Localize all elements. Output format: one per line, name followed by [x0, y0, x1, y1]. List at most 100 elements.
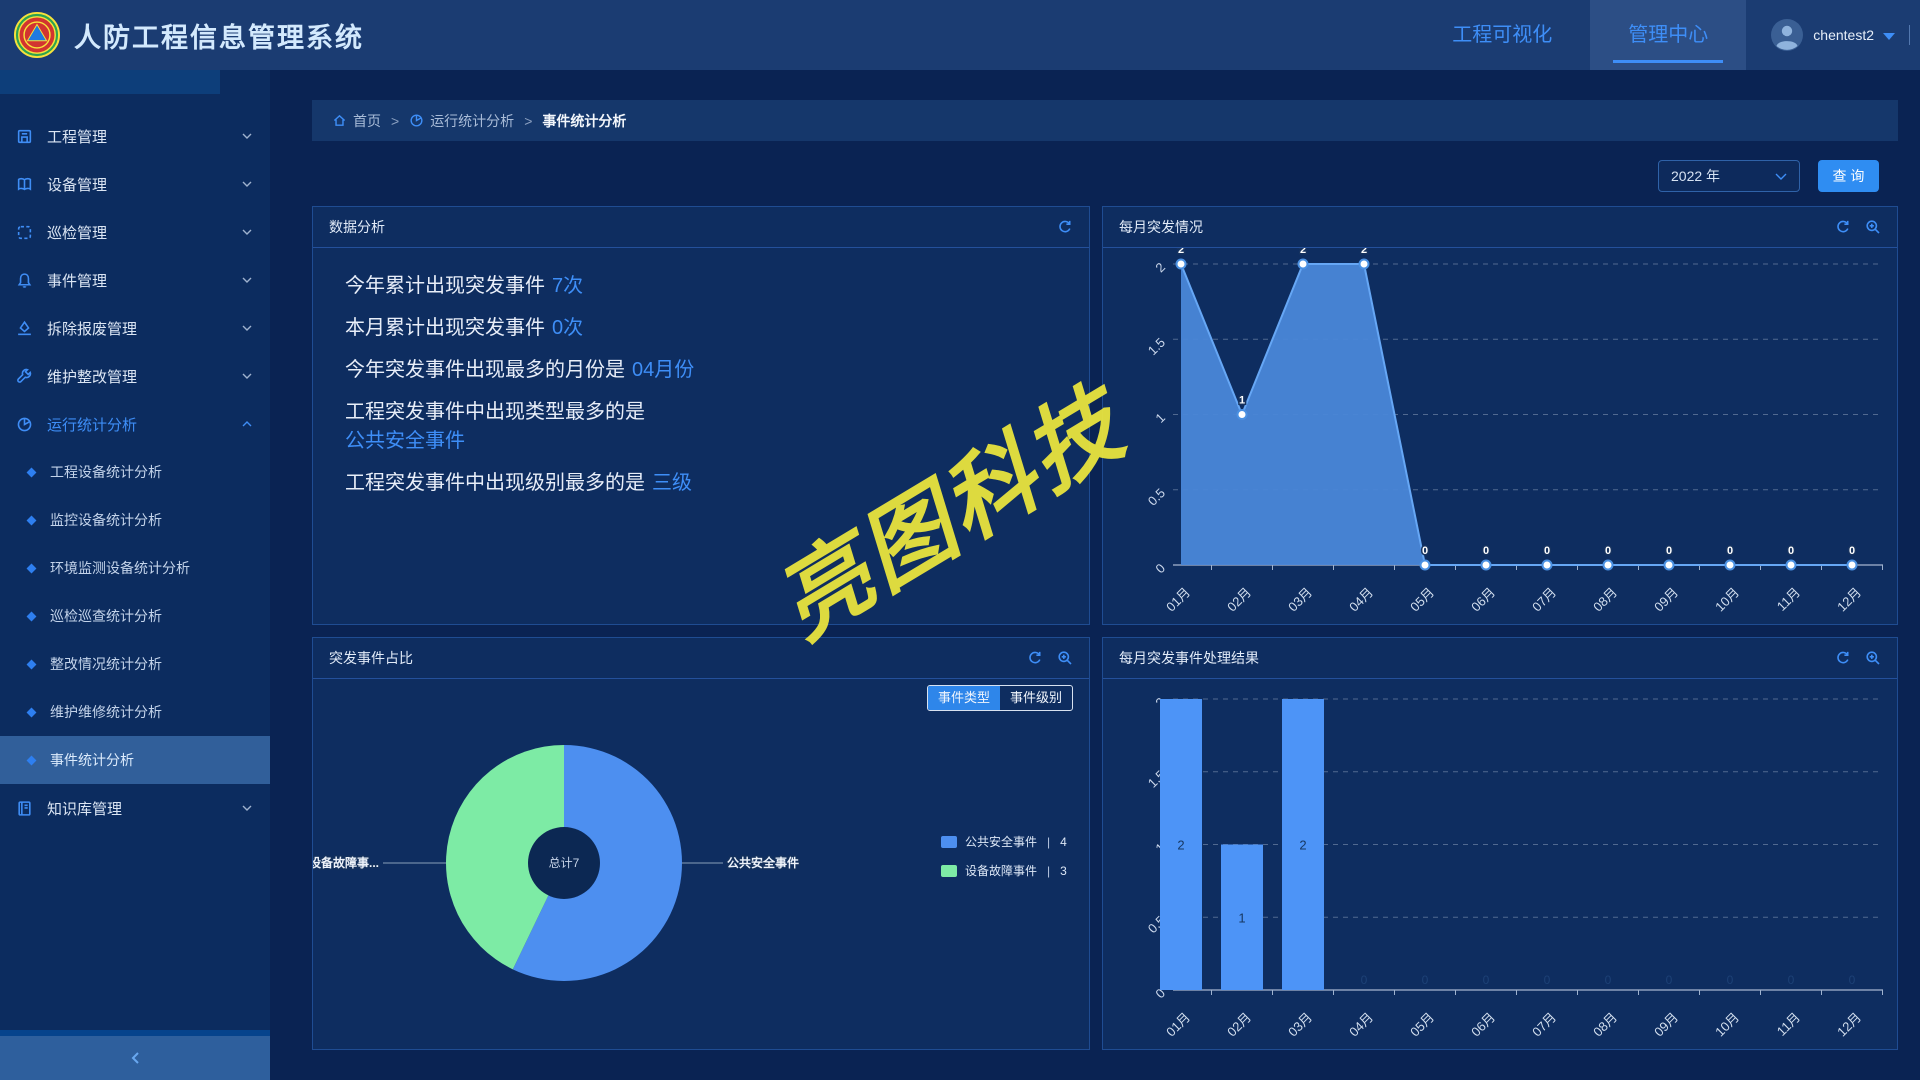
svg-text:0: 0	[1605, 973, 1612, 987]
app-logo-icon	[14, 12, 60, 58]
svg-text:01月: 01月	[1163, 1010, 1193, 1040]
breadcrumb-home[interactable]: 首页	[332, 111, 381, 131]
sidebar-item-project-mgmt[interactable]: 工程管理	[0, 112, 270, 160]
zoom-in-icon[interactable]	[1865, 219, 1881, 235]
sidebar-item-inspection-mgmt[interactable]: 巡检管理	[0, 208, 270, 256]
refresh-icon[interactable]	[1057, 219, 1073, 235]
chevron-down-icon	[1883, 33, 1895, 40]
breadcrumb-separator: >	[524, 113, 532, 129]
legend-item[interactable]: 设备故障事件 | 3	[941, 862, 1067, 879]
pie-chart-icon	[409, 113, 424, 128]
svg-text:1.5: 1.5	[1145, 335, 1168, 358]
sidebar-subitem-rectification-stats[interactable]: 整改情况统计分析	[0, 640, 270, 688]
svg-text:04月: 04月	[1346, 585, 1376, 615]
pie-legend: 公共安全事件 | 4 设备故障事件 | 3	[941, 833, 1067, 879]
svg-text:08月: 08月	[1590, 585, 1620, 615]
svg-text:09月: 09月	[1651, 585, 1681, 615]
panel-monthly-events: 每月突发情况 00.511.5201月02月03月04月05月06月07月08月…	[1102, 206, 1898, 625]
sidebar-item-operation-stats[interactable]: 运行统计分析	[0, 400, 270, 448]
query-button[interactable]: 查 询	[1818, 160, 1879, 192]
analysis-value: 0次	[552, 317, 583, 339]
svg-text:03月: 03月	[1285, 585, 1315, 615]
svg-text:05月: 05月	[1407, 585, 1437, 615]
sidebar-menu: 工程管理 设备管理 巡检管理 事件管理	[0, 70, 270, 832]
svg-text:11月: 11月	[1774, 1010, 1803, 1039]
svg-text:1: 1	[1238, 910, 1245, 925]
sidebar-item-knowledge-mgmt[interactable]: 知识库管理	[0, 784, 270, 832]
svg-text:07月: 07月	[1529, 1010, 1559, 1040]
diamond-bullet-icon	[27, 467, 37, 477]
svg-text:12月: 12月	[1834, 585, 1864, 615]
chevron-down-icon	[242, 181, 252, 187]
panel-header: 每月突发情况	[1103, 207, 1897, 248]
svg-text:10月: 10月	[1712, 1010, 1742, 1040]
panel-monthly-results: 每月突发事件处理结果 00.511.5201月02月03月04月05月06月07…	[1102, 637, 1898, 1050]
panel-header: 每月突发事件处理结果	[1103, 638, 1897, 679]
svg-text:09月: 09月	[1651, 1010, 1681, 1040]
svg-text:0: 0	[1361, 973, 1368, 987]
sidebar-subitem-project-device-stats[interactable]: 工程设备统计分析	[0, 448, 270, 496]
home-icon	[332, 113, 347, 128]
sidebar-subitem-monitor-device-stats[interactable]: 监控设备统计分析	[0, 496, 270, 544]
book-icon	[16, 800, 33, 817]
user-menu[interactable]: chentest2	[1746, 0, 1909, 70]
svg-text:0: 0	[1605, 545, 1611, 557]
svg-text:0: 0	[1422, 973, 1429, 987]
sidebar-item-maintenance-mgmt[interactable]: 维护整改管理	[0, 352, 270, 400]
svg-text:07月: 07月	[1529, 585, 1559, 615]
svg-text:0: 0	[1788, 545, 1794, 557]
line-chart[interactable]: 00.511.5201月02月03月04月05月06月07月08月09月10月1…	[1103, 248, 1897, 624]
svg-text:0: 0	[1152, 561, 1168, 577]
header-divider	[1909, 25, 1910, 45]
svg-text:12月: 12月	[1834, 1010, 1864, 1040]
chevron-down-icon	[242, 277, 252, 283]
analysis-text: 今年累计出现突发事件7次 本月累计出现突发事件0次 今年突发事件出现最多的月份是…	[313, 248, 1089, 498]
toggle-event-type[interactable]: 事件类型	[928, 686, 1000, 710]
svg-text:0: 0	[1544, 545, 1550, 557]
avatar	[1770, 18, 1804, 52]
legend-item[interactable]: 公共安全事件 | 4	[941, 833, 1067, 850]
svg-text:0: 0	[1849, 973, 1856, 987]
sidebar-item-demolition-mgmt[interactable]: 拆除报废管理	[0, 304, 270, 352]
svg-text:0: 0	[1849, 545, 1855, 557]
svg-text:0: 0	[1788, 973, 1795, 987]
svg-text:0: 0	[1483, 545, 1489, 557]
analysis-value: 04月份	[632, 359, 694, 381]
breadcrumb-section[interactable]: 运行统计分析	[409, 111, 514, 131]
year-select-value: 2022 年	[1671, 166, 1720, 186]
sidebar-subitem-event-stats[interactable]: 事件统计分析	[0, 736, 270, 784]
chevron-left-icon	[129, 1050, 141, 1066]
refresh-icon[interactable]	[1835, 219, 1851, 235]
zoom-in-icon[interactable]	[1865, 650, 1881, 666]
toggle-event-level[interactable]: 事件级别	[1000, 686, 1072, 710]
breadcrumb-current: 事件统计分析	[542, 111, 626, 131]
svg-text:02月: 02月	[1224, 585, 1254, 615]
sidebar-item-event-mgmt[interactable]: 事件管理	[0, 256, 270, 304]
zoom-in-icon[interactable]	[1057, 650, 1073, 666]
sidebar-item-device-mgmt[interactable]: 设备管理	[0, 160, 270, 208]
analysis-value: 三级	[652, 472, 692, 494]
chevron-down-icon	[242, 325, 252, 331]
nav-project-visualization[interactable]: 工程可视化	[1414, 0, 1590, 70]
nav-management-center[interactable]: 管理中心	[1590, 0, 1746, 70]
sidebar-subitem-inspection-stats[interactable]: 巡检巡查统计分析	[0, 592, 270, 640]
inspection-icon	[16, 224, 33, 241]
bar-chart[interactable]: 00.511.5201月02月03月04月05月06月07月08月09月10月1…	[1103, 679, 1897, 1049]
chevron-down-icon	[242, 229, 252, 235]
svg-text:2: 2	[1178, 248, 1184, 256]
svg-text:2: 2	[1299, 838, 1306, 853]
sidebar-collapse-button[interactable]	[0, 1030, 270, 1080]
year-select[interactable]: 2022 年	[1658, 160, 1800, 192]
sidebar-subitem-repair-stats[interactable]: 维护维修统计分析	[0, 688, 270, 736]
svg-text:11月: 11月	[1774, 585, 1803, 614]
analysis-line: 工程突发事件中出现类型最多的是公共安全事件	[345, 398, 1005, 456]
analysis-value: 公共安全事件	[345, 427, 1005, 456]
svg-text:06月: 06月	[1468, 585, 1498, 615]
refresh-icon[interactable]	[1027, 650, 1043, 666]
svg-text:0: 0	[1483, 973, 1490, 987]
panel-header: 数据分析	[313, 207, 1089, 248]
refresh-icon[interactable]	[1835, 650, 1851, 666]
diamond-bullet-icon	[27, 611, 37, 621]
sidebar-subitem-env-device-stats[interactable]: 环境监测设备统计分析	[0, 544, 270, 592]
analysis-line: 今年突发事件出现最多的月份是04月份	[345, 356, 1005, 385]
